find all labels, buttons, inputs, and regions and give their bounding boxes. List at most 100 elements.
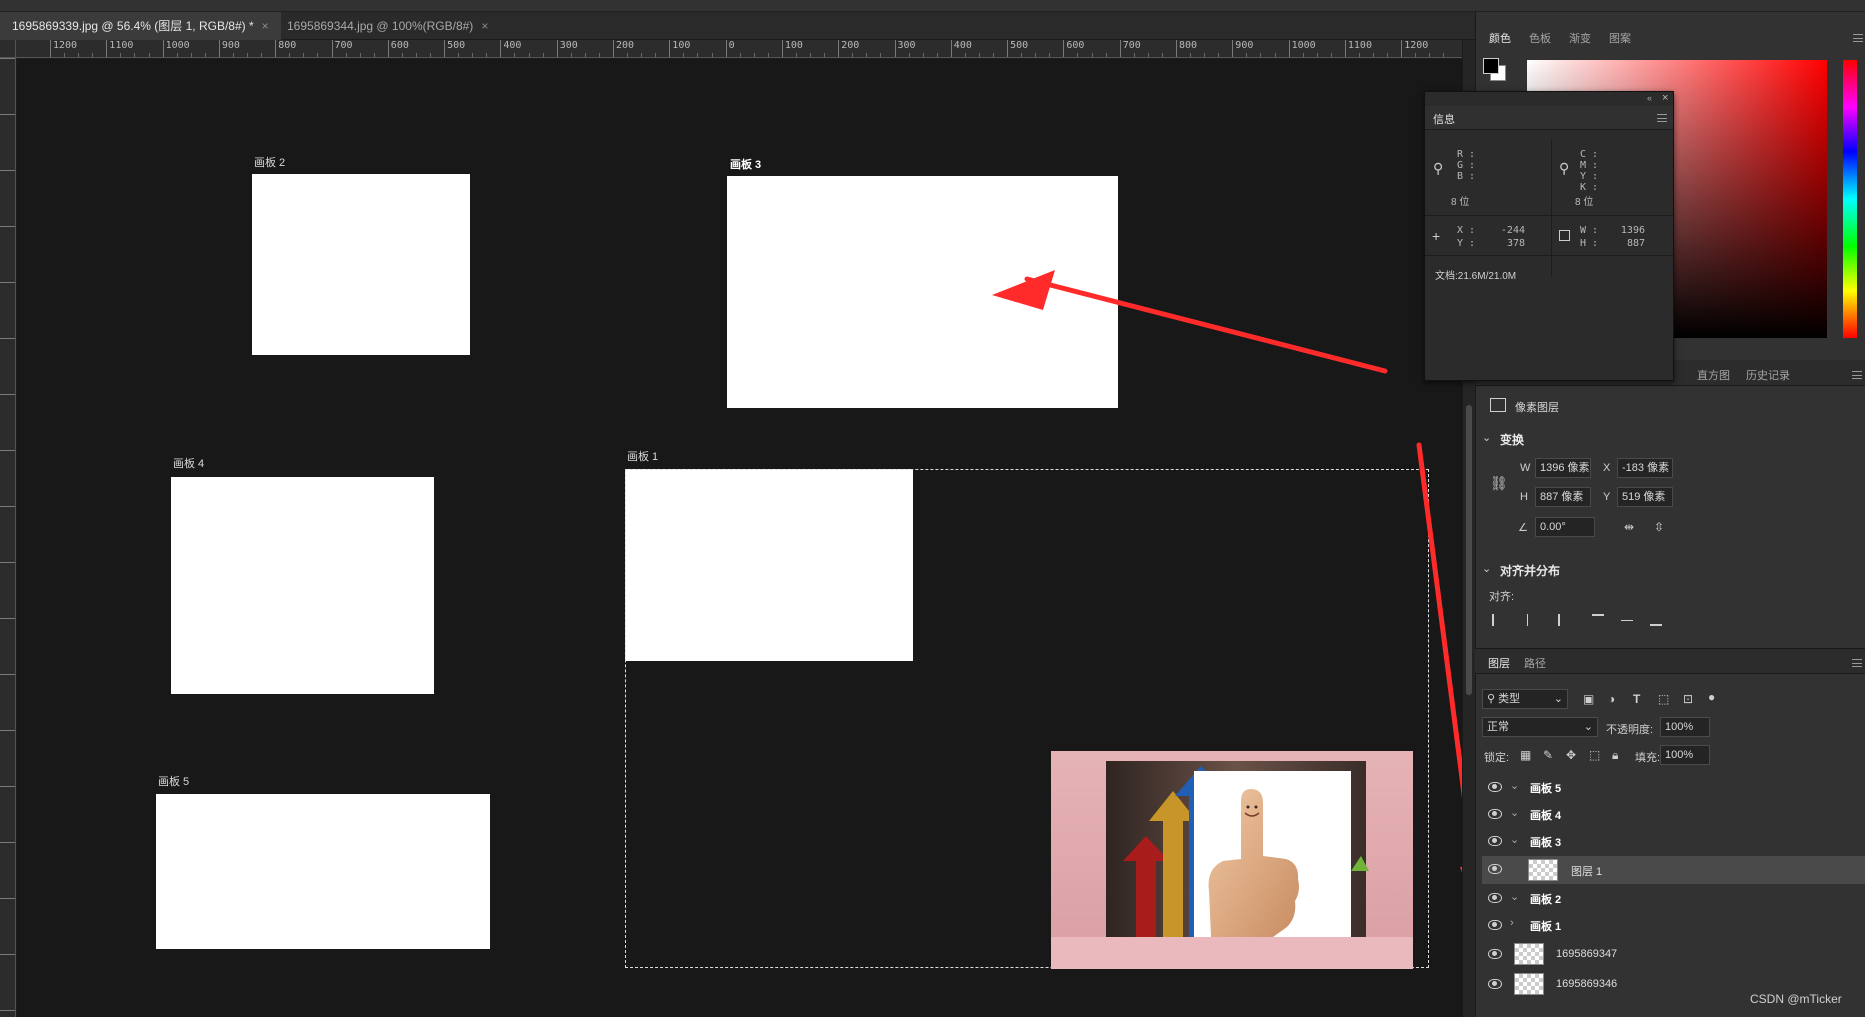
filter-toggle-icon[interactable]: ● bbox=[1708, 690, 1715, 704]
smart-object-thumbnail[interactable] bbox=[1514, 943, 1544, 965]
align-left-icon[interactable] bbox=[1492, 614, 1504, 626]
ruler-tick bbox=[0, 394, 15, 395]
tab-histogram[interactable]: 直方图 bbox=[1697, 367, 1730, 383]
chevron-down-icon[interactable]: ⌄ bbox=[1510, 890, 1519, 903]
ruler-tick bbox=[0, 450, 15, 451]
width-label: W bbox=[1520, 462, 1531, 474]
eye-icon[interactable] bbox=[1488, 893, 1502, 903]
tab-swatches[interactable]: 色板 bbox=[1529, 30, 1551, 46]
annotation-arrows bbox=[992, 270, 1462, 873]
chevron-right-icon[interactable]: › bbox=[1510, 917, 1514, 929]
lock-pixels-brush-icon[interactable]: ✎ bbox=[1543, 748, 1553, 762]
lock-all-icon[interactable]: 🔒︎ bbox=[1612, 748, 1618, 763]
ruler-minor-tick bbox=[1429, 53, 1431, 57]
blend-mode-select[interactable]: 正常 ⌄ bbox=[1482, 717, 1598, 737]
tab-gradient[interactable]: 渐变 bbox=[1569, 30, 1591, 46]
chevron-down-icon[interactable]: ⌄ bbox=[1482, 562, 1491, 575]
collapse-icon[interactable]: « bbox=[1647, 93, 1652, 103]
layer-row-artboard-5[interactable]: ⌄ 画板 5 bbox=[1482, 775, 1865, 801]
tab-layers[interactable]: 图层 bbox=[1488, 655, 1510, 671]
layer-row-artboard-1[interactable]: › 画板 1 bbox=[1482, 913, 1865, 939]
layer-row-artboard-3[interactable]: ⌄ 画板 3 bbox=[1482, 829, 1865, 855]
chevron-down-icon[interactable]: ⌄ bbox=[1510, 833, 1519, 846]
chevron-down-icon[interactable]: ⌄ bbox=[1482, 431, 1491, 444]
height-field[interactable]: 887 像素 bbox=[1535, 487, 1591, 507]
panel-menu-icon[interactable] bbox=[1657, 114, 1667, 122]
close-icon[interactable]: × bbox=[481, 19, 488, 33]
panel-menu-icon[interactable] bbox=[1852, 371, 1862, 379]
info-panel[interactable]: « × 信息 ⚲ R : G : B : 8 位 ⚲ C : M : Y : K… bbox=[1424, 91, 1674, 381]
flip-vertical-icon[interactable]: ⇳ bbox=[1654, 520, 1664, 534]
transform-title[interactable]: 变换 bbox=[1500, 431, 1524, 448]
eye-icon[interactable] bbox=[1488, 864, 1502, 874]
ruler-minor-tick bbox=[247, 53, 249, 57]
eye-icon[interactable] bbox=[1488, 920, 1502, 930]
chevron-down-icon[interactable]: ⌄ bbox=[1510, 779, 1519, 792]
filter-type-icon[interactable]: T bbox=[1633, 692, 1640, 706]
y-field[interactable]: 519 像素 bbox=[1617, 487, 1673, 507]
tab-pattern[interactable]: 图案 bbox=[1609, 30, 1631, 46]
close-icon[interactable]: × bbox=[262, 19, 269, 33]
chevron-down-icon[interactable]: ⌄ bbox=[1510, 806, 1519, 819]
tab-history[interactable]: 历史记录 bbox=[1746, 367, 1790, 383]
ruler-minor-tick bbox=[542, 53, 544, 57]
x-field[interactable]: -183 像素 bbox=[1617, 458, 1673, 478]
ruler-minor-tick bbox=[458, 53, 460, 57]
smart-object-thumbnail[interactable] bbox=[1514, 973, 1544, 995]
panel-menu-icon[interactable] bbox=[1853, 34, 1863, 42]
layer-row-1695869347[interactable]: 1695869347 bbox=[1482, 940, 1865, 970]
eye-icon[interactable] bbox=[1488, 979, 1502, 989]
lock-position-move-icon[interactable]: ✥ bbox=[1566, 748, 1576, 762]
align-vertical-center-icon[interactable] bbox=[1621, 620, 1633, 621]
filter-pixel-icon[interactable]: ▣ bbox=[1583, 692, 1594, 706]
horizontal-ruler[interactable]: 1200 1100 1000 900 800 700 600 500 400 300 200 100 0… bbox=[16, 40, 1462, 58]
layer-thumbnail[interactable] bbox=[1528, 859, 1558, 881]
tab-paths[interactable]: 路径 bbox=[1524, 655, 1546, 671]
ruler-tick-label: 600 bbox=[1063, 40, 1084, 57]
fill-field[interactable]: 100% bbox=[1660, 745, 1710, 765]
ruler-minor-tick bbox=[415, 53, 417, 57]
eye-icon[interactable] bbox=[1488, 809, 1502, 819]
ruler-minor-tick bbox=[134, 53, 136, 57]
eye-icon[interactable] bbox=[1488, 782, 1502, 792]
link-icon[interactable]: ⛓ bbox=[1490, 475, 1508, 492]
arrow-line-to-layers bbox=[1416, 442, 1462, 798]
b-label: B : bbox=[1457, 171, 1476, 182]
ruler-minor-tick bbox=[852, 53, 854, 57]
tab-label: 1695869344.jpg @ 100%(RGB/8#) bbox=[287, 19, 474, 33]
flip-horizontal-icon[interactable]: ⇹ bbox=[1624, 520, 1634, 534]
panel-menu-icon[interactable] bbox=[1852, 659, 1862, 667]
crosshair-icon: + bbox=[1432, 228, 1441, 244]
lock-artboard-icon[interactable]: ⬚ bbox=[1589, 748, 1600, 762]
ruler-minor-tick bbox=[908, 53, 910, 57]
align-distribute-title[interactable]: 对齐并分布 bbox=[1500, 562, 1560, 579]
layer-filter-select[interactable]: ⚲ 类型 ⌄ bbox=[1482, 689, 1568, 709]
filter-shape-icon[interactable]: ⬚ bbox=[1658, 692, 1669, 706]
tab-document-1[interactable]: 1695869339.jpg @ 56.4% (图层 1, RGB/8#) * × bbox=[0, 12, 281, 40]
layer-row-layer-1[interactable]: 图层 1 bbox=[1482, 856, 1865, 884]
opacity-field[interactable]: 100% bbox=[1660, 717, 1710, 737]
align-horizontal-center-icon[interactable] bbox=[1527, 614, 1539, 626]
ruler-corner[interactable] bbox=[0, 40, 16, 58]
close-icon[interactable]: × bbox=[1662, 92, 1668, 104]
foreground-color-swatch[interactable] bbox=[1483, 58, 1499, 74]
filter-smart-object-icon[interactable]: ⊡ bbox=[1683, 692, 1693, 706]
vertical-ruler[interactable] bbox=[0, 58, 16, 1017]
align-top-icon[interactable] bbox=[1592, 614, 1604, 626]
hue-slider[interactable] bbox=[1843, 60, 1857, 338]
lock-transparent-icon[interactable]: ▦ bbox=[1520, 748, 1531, 762]
tab-document-2[interactable]: 1695869344.jpg @ 100%(RGB/8#) × bbox=[275, 12, 500, 40]
align-bottom-icon[interactable] bbox=[1650, 614, 1662, 626]
scrollbar-thumb[interactable] bbox=[1466, 405, 1472, 695]
filter-adjustment-icon[interactable]: ◑ bbox=[1608, 692, 1615, 706]
angle-field[interactable]: 0.00° bbox=[1535, 517, 1595, 537]
canvas-area[interactable]: 画板 2 画板 3 画板 4 画板 1 画板 5 bbox=[17, 59, 1462, 1017]
eye-icon[interactable] bbox=[1488, 949, 1502, 959]
tab-color[interactable]: 颜色 bbox=[1489, 30, 1511, 46]
width-field[interactable]: 1396 像素 bbox=[1535, 458, 1591, 478]
ruler-minor-tick bbox=[880, 53, 882, 57]
layer-row-artboard-4[interactable]: ⌄ 画板 4 bbox=[1482, 802, 1865, 828]
layer-row-artboard-2[interactable]: ⌄ 画板 2 bbox=[1482, 886, 1865, 912]
eye-icon[interactable] bbox=[1488, 836, 1502, 846]
align-right-icon[interactable] bbox=[1548, 614, 1560, 626]
